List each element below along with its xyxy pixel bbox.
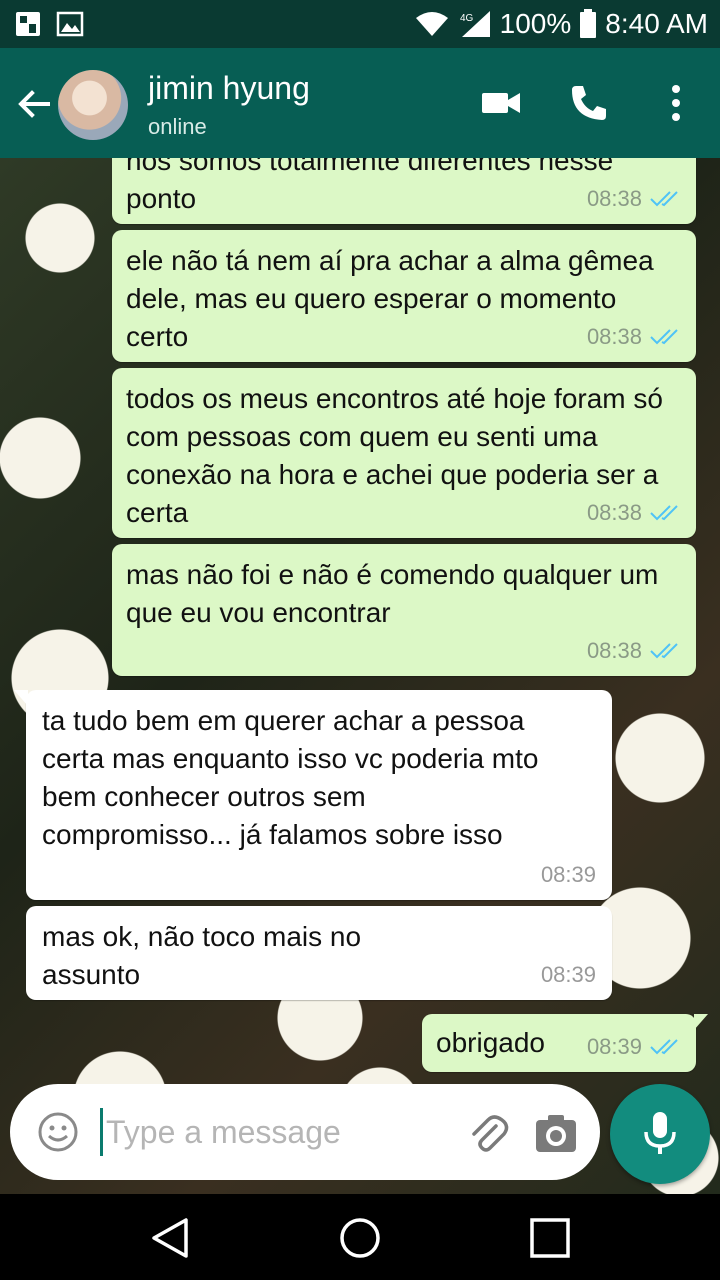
more-vert-icon[interactable] (656, 80, 702, 126)
message-time: 08:39 (540, 862, 596, 887)
avatar[interactable] (58, 70, 128, 140)
chat-area[interactable]: nós somos totalmente diferentes nesse po… (0, 158, 720, 1194)
message-time: 08:38 (586, 638, 642, 663)
mic-icon (644, 1112, 676, 1154)
attach-icon[interactable] (466, 1112, 510, 1156)
message-bubble[interactable]: ta tudo bem em querer achar a pessoa cer… (14, 690, 612, 900)
battery-icon (580, 9, 597, 38)
message-bubble[interactable]: mas não foi e não é comendo qualquer um … (112, 544, 696, 676)
text-cursor (100, 1108, 103, 1156)
message-text: mas não foi e não é comendo qualquer um … (126, 559, 659, 628)
bubble-tail (14, 690, 28, 706)
bubble-tail (694, 1014, 708, 1030)
read-tick-icon (650, 191, 678, 207)
message-text: ta tudo bem em querer achar a pessoa cer… (42, 705, 539, 850)
phone-icon[interactable] (566, 80, 612, 126)
read-tick-icon (650, 643, 678, 659)
message-bubble[interactable]: obrigado 08:39 (422, 1014, 708, 1072)
message-time: 08:38 (586, 186, 642, 211)
battery-percent: 100% (499, 8, 572, 39)
image-icon (56, 11, 84, 37)
signal-icon: 4G (460, 11, 490, 37)
message-time: 08:39 (586, 1034, 642, 1059)
sim-icon (16, 12, 40, 36)
message-bubble[interactable]: ele não tá nem aí pra achar a alma gêmea… (112, 230, 696, 362)
compose-bar (10, 1084, 600, 1180)
message-time: 08:38 (586, 324, 642, 349)
chat-header: jimin hyung online (0, 48, 720, 158)
nav-home-icon[interactable] (338, 1216, 382, 1260)
message-text: mas ok, não toco mais no assunto (42, 921, 362, 990)
emoji-icon[interactable] (38, 1112, 78, 1152)
contact-status: online (148, 114, 207, 139)
nav-recents-icon[interactable] (528, 1216, 572, 1260)
message-bubble[interactable]: todos os meus encontros até hoje foram s… (112, 368, 696, 538)
camera-icon[interactable] (534, 1112, 578, 1156)
video-call-icon[interactable] (478, 80, 524, 126)
svg-text:4G: 4G (460, 13, 474, 24)
message-input[interactable] (106, 1102, 446, 1162)
read-tick-icon (650, 505, 678, 521)
read-tick-icon (650, 329, 678, 345)
read-tick-icon (650, 1039, 678, 1055)
status-bar: 4G 100% 8:40 AM (0, 0, 720, 48)
contact-name[interactable]: jimin hyung (148, 70, 310, 107)
system-nav-bar (0, 1194, 720, 1280)
wifi-icon (415, 12, 448, 36)
clock: 8:40 AM (605, 8, 708, 39)
message-time: 08:39 (540, 962, 596, 987)
mic-button[interactable] (610, 1084, 710, 1184)
nav-back-icon[interactable] (148, 1216, 192, 1260)
message-bubble[interactable]: mas ok, não toco mais no assunto 08:39 (26, 906, 612, 1000)
message-time: 08:38 (586, 500, 642, 525)
message-bubble[interactable]: nós somos totalmente diferentes nesse po… (112, 158, 696, 224)
back-arrow-icon[interactable] (14, 84, 54, 124)
